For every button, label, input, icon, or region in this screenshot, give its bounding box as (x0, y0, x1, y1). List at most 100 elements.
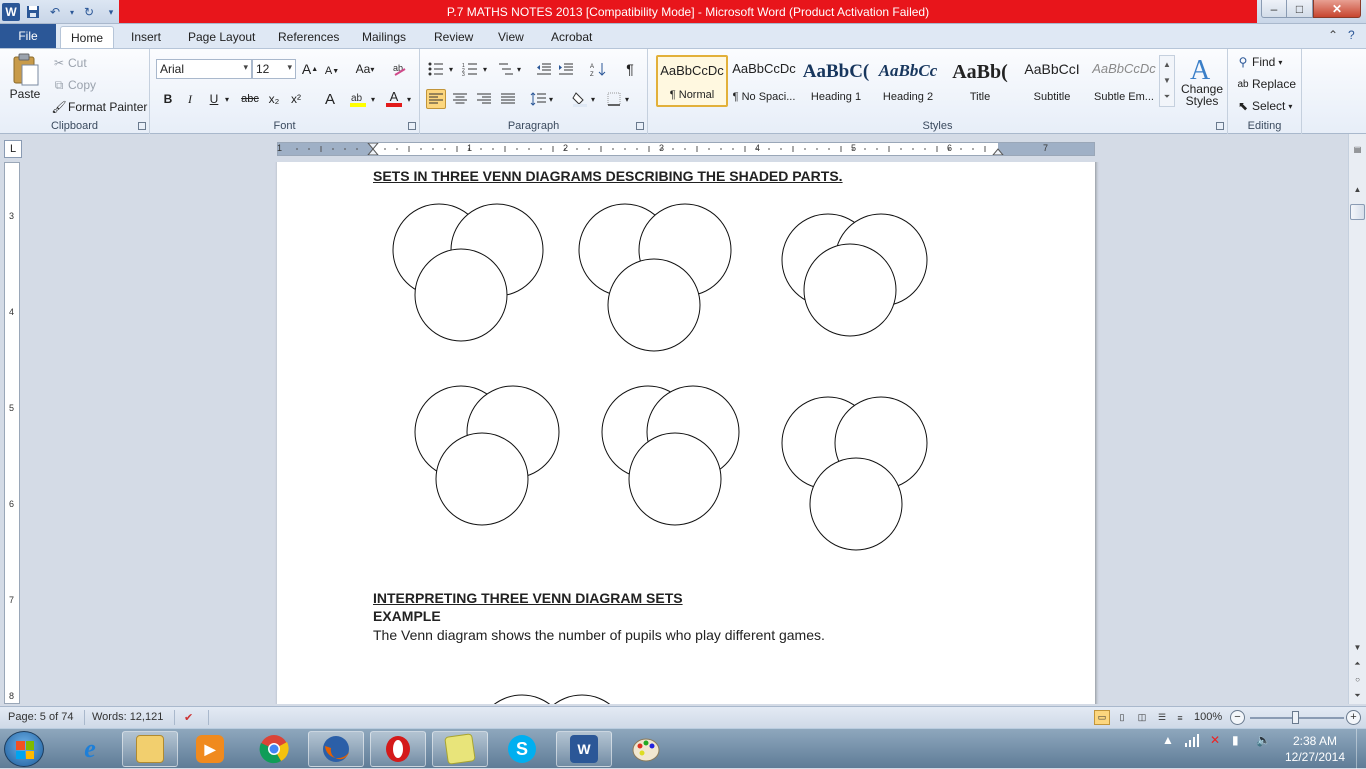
bullets-dropdown-icon[interactable]: ▾ (446, 59, 456, 79)
style-normal[interactable]: AaBbCcDc ¶ Normal (656, 55, 728, 107)
decrease-indent-icon[interactable] (534, 59, 554, 79)
multilevel-list-icon[interactable] (496, 59, 516, 79)
tab-file[interactable]: File (0, 24, 56, 48)
line-spacing-dropdown-icon[interactable]: ▾ (546, 89, 556, 109)
tab-home[interactable]: Home (60, 26, 115, 48)
word-taskbar-icon[interactable]: W (556, 731, 612, 767)
style-subtitle[interactable]: AaBbCcI Subtitle (1016, 55, 1088, 107)
paragraph-launcher-icon[interactable] (636, 122, 644, 130)
cut-button[interactable]: ✂ Cut (50, 54, 87, 72)
underline-button[interactable]: U (204, 89, 224, 109)
styles-launcher-icon[interactable] (1216, 122, 1224, 130)
select-browse-object-icon[interactable]: ○ (1350, 672, 1365, 687)
minimize-ribbon-icon[interactable]: ⌃ (1328, 28, 1338, 42)
tab-references[interactable]: References (268, 26, 349, 48)
subscript-button[interactable]: x₂ (264, 89, 284, 109)
style-title[interactable]: AaBb( Title (944, 55, 1016, 107)
signal-icon[interactable] (1184, 733, 1200, 747)
bold-button[interactable]: B (158, 89, 178, 109)
font-name-combo[interactable]: Arial ▾ (156, 59, 252, 79)
tab-review[interactable]: Review (424, 26, 483, 48)
tab-mailings[interactable]: Mailings (352, 26, 416, 48)
increase-indent-icon[interactable] (556, 59, 576, 79)
tab-acrobat[interactable]: Acrobat (541, 26, 602, 48)
font-size-combo[interactable]: 12 ▾ (252, 59, 296, 79)
show-hidden-icons[interactable]: ▲ (1162, 733, 1174, 747)
tab-page-layout[interactable]: Page Layout (178, 26, 265, 48)
multilevel-dropdown-icon[interactable]: ▾ (514, 59, 524, 79)
scroll-down-icon[interactable]: ▼ (1163, 76, 1171, 85)
file-explorer-icon[interactable] (122, 731, 178, 767)
document-area[interactable]: SETS IN THREE VENN DIAGRAMS DESCRIBING T… (24, 162, 1348, 704)
start-button[interactable] (4, 731, 44, 767)
volume-icon[interactable]: 🔈 (1256, 733, 1271, 747)
help-icon[interactable]: ? (1348, 28, 1355, 42)
format-painter-button[interactable]: 🖌 Format Painter (50, 98, 147, 116)
zoom-in-icon[interactable]: + (1346, 710, 1361, 725)
highlight-dropdown-icon[interactable]: ▾ (368, 89, 378, 109)
media-player-icon[interactable]: ▶ (182, 731, 238, 767)
find-button[interactable]: ⚲ Find ▾ (1234, 53, 1283, 71)
scroll-up-icon[interactable]: ▲ (1163, 60, 1171, 69)
shading-icon[interactable] (570, 89, 590, 109)
proofing-icon[interactable]: ✔ (184, 711, 193, 724)
grow-font-button[interactable]: A ▲ (300, 59, 320, 79)
chrome-icon[interactable] (246, 731, 302, 767)
internet-explorer-icon[interactable]: e (62, 731, 118, 767)
skype-icon[interactable]: S (494, 731, 550, 767)
clear-formatting-icon[interactable]: ab (390, 59, 410, 79)
show-desktop-button[interactable] (1356, 729, 1366, 769)
word-app-icon[interactable]: W (2, 3, 20, 21)
undo-icon[interactable]: ↶ (46, 3, 64, 21)
style-no-spacing[interactable]: AaBbCcDc ¶ No Spaci... (728, 55, 800, 107)
numbering-dropdown-icon[interactable]: ▾ (480, 59, 490, 79)
page-count[interactable]: Page: 5 of 74 (8, 711, 73, 723)
scroll-up-icon[interactable]: ▲ (1350, 182, 1365, 197)
next-page-icon[interactable]: ⏷ (1350, 688, 1365, 703)
style-subtle-emphasis[interactable]: AaBbCcDc Subtle Em... (1088, 55, 1160, 107)
document-page[interactable]: SETS IN THREE VENN DIAGRAMS DESCRIBING T… (277, 162, 1095, 704)
save-icon[interactable] (24, 3, 42, 21)
borders-dropdown-icon[interactable]: ▾ (622, 89, 632, 109)
zoom-level[interactable]: 100% (1194, 711, 1222, 723)
word-count[interactable]: Words: 12,121 (92, 711, 163, 723)
zoom-out-icon[interactable]: − (1230, 710, 1245, 725)
scroll-thumb[interactable] (1350, 204, 1365, 220)
opera-icon[interactable] (370, 731, 426, 767)
clock[interactable]: 2:38 AM 12/27/2014 (1280, 733, 1350, 765)
sort-icon[interactable]: AZ (588, 59, 608, 79)
network-error-icon[interactable]: ✕ (1210, 733, 1220, 747)
outline-icon[interactable]: ☰ (1154, 710, 1170, 725)
justify-icon[interactable] (498, 89, 518, 109)
maximize-button[interactable]: □ (1287, 0, 1313, 18)
strikethrough-button[interactable]: abc (238, 89, 262, 109)
tab-selector[interactable]: L (4, 140, 22, 158)
clipboard-launcher-icon[interactable] (138, 122, 146, 130)
customize-qat-icon[interactable]: ▾ (102, 3, 120, 21)
font-color-button[interactable]: A (384, 89, 404, 109)
power-icon[interactable]: ▮ (1232, 733, 1239, 747)
horizontal-ruler[interactable]: 1 1 2 3 4 5 6 7 (277, 142, 1095, 156)
more-styles-icon[interactable]: ⏷ (1164, 92, 1170, 102)
full-screen-reading-icon[interactable]: ▯ (1114, 710, 1130, 725)
italic-button[interactable]: I (180, 89, 200, 109)
paste-button[interactable]: Paste (6, 53, 44, 101)
web-layout-icon[interactable]: ◫ (1134, 710, 1150, 725)
view-ruler-icon[interactable]: ▤ (1350, 142, 1365, 157)
draft-icon[interactable]: ≡ (1172, 710, 1188, 725)
superscript-button[interactable]: x² (286, 89, 306, 109)
tab-insert[interactable]: Insert (121, 26, 171, 48)
align-left-icon[interactable] (426, 89, 446, 109)
shrink-font-button[interactable]: A ▼ (322, 61, 342, 81)
bullets-icon[interactable] (426, 59, 446, 79)
numbering-icon[interactable]: 123 (460, 59, 480, 79)
line-spacing-icon[interactable] (528, 89, 548, 109)
redo-icon[interactable]: ↻ (80, 3, 98, 21)
borders-icon[interactable] (604, 89, 624, 109)
zoom-slider-thumb[interactable] (1292, 711, 1299, 724)
replace-button[interactable]: ab Replace (1234, 75, 1296, 93)
align-center-icon[interactable] (450, 89, 470, 109)
paint-icon[interactable] (618, 731, 674, 767)
vertical-ruler[interactable]: 3 4 5 6 7 8 (4, 162, 20, 704)
highlight-icon[interactable]: ab (348, 89, 368, 109)
